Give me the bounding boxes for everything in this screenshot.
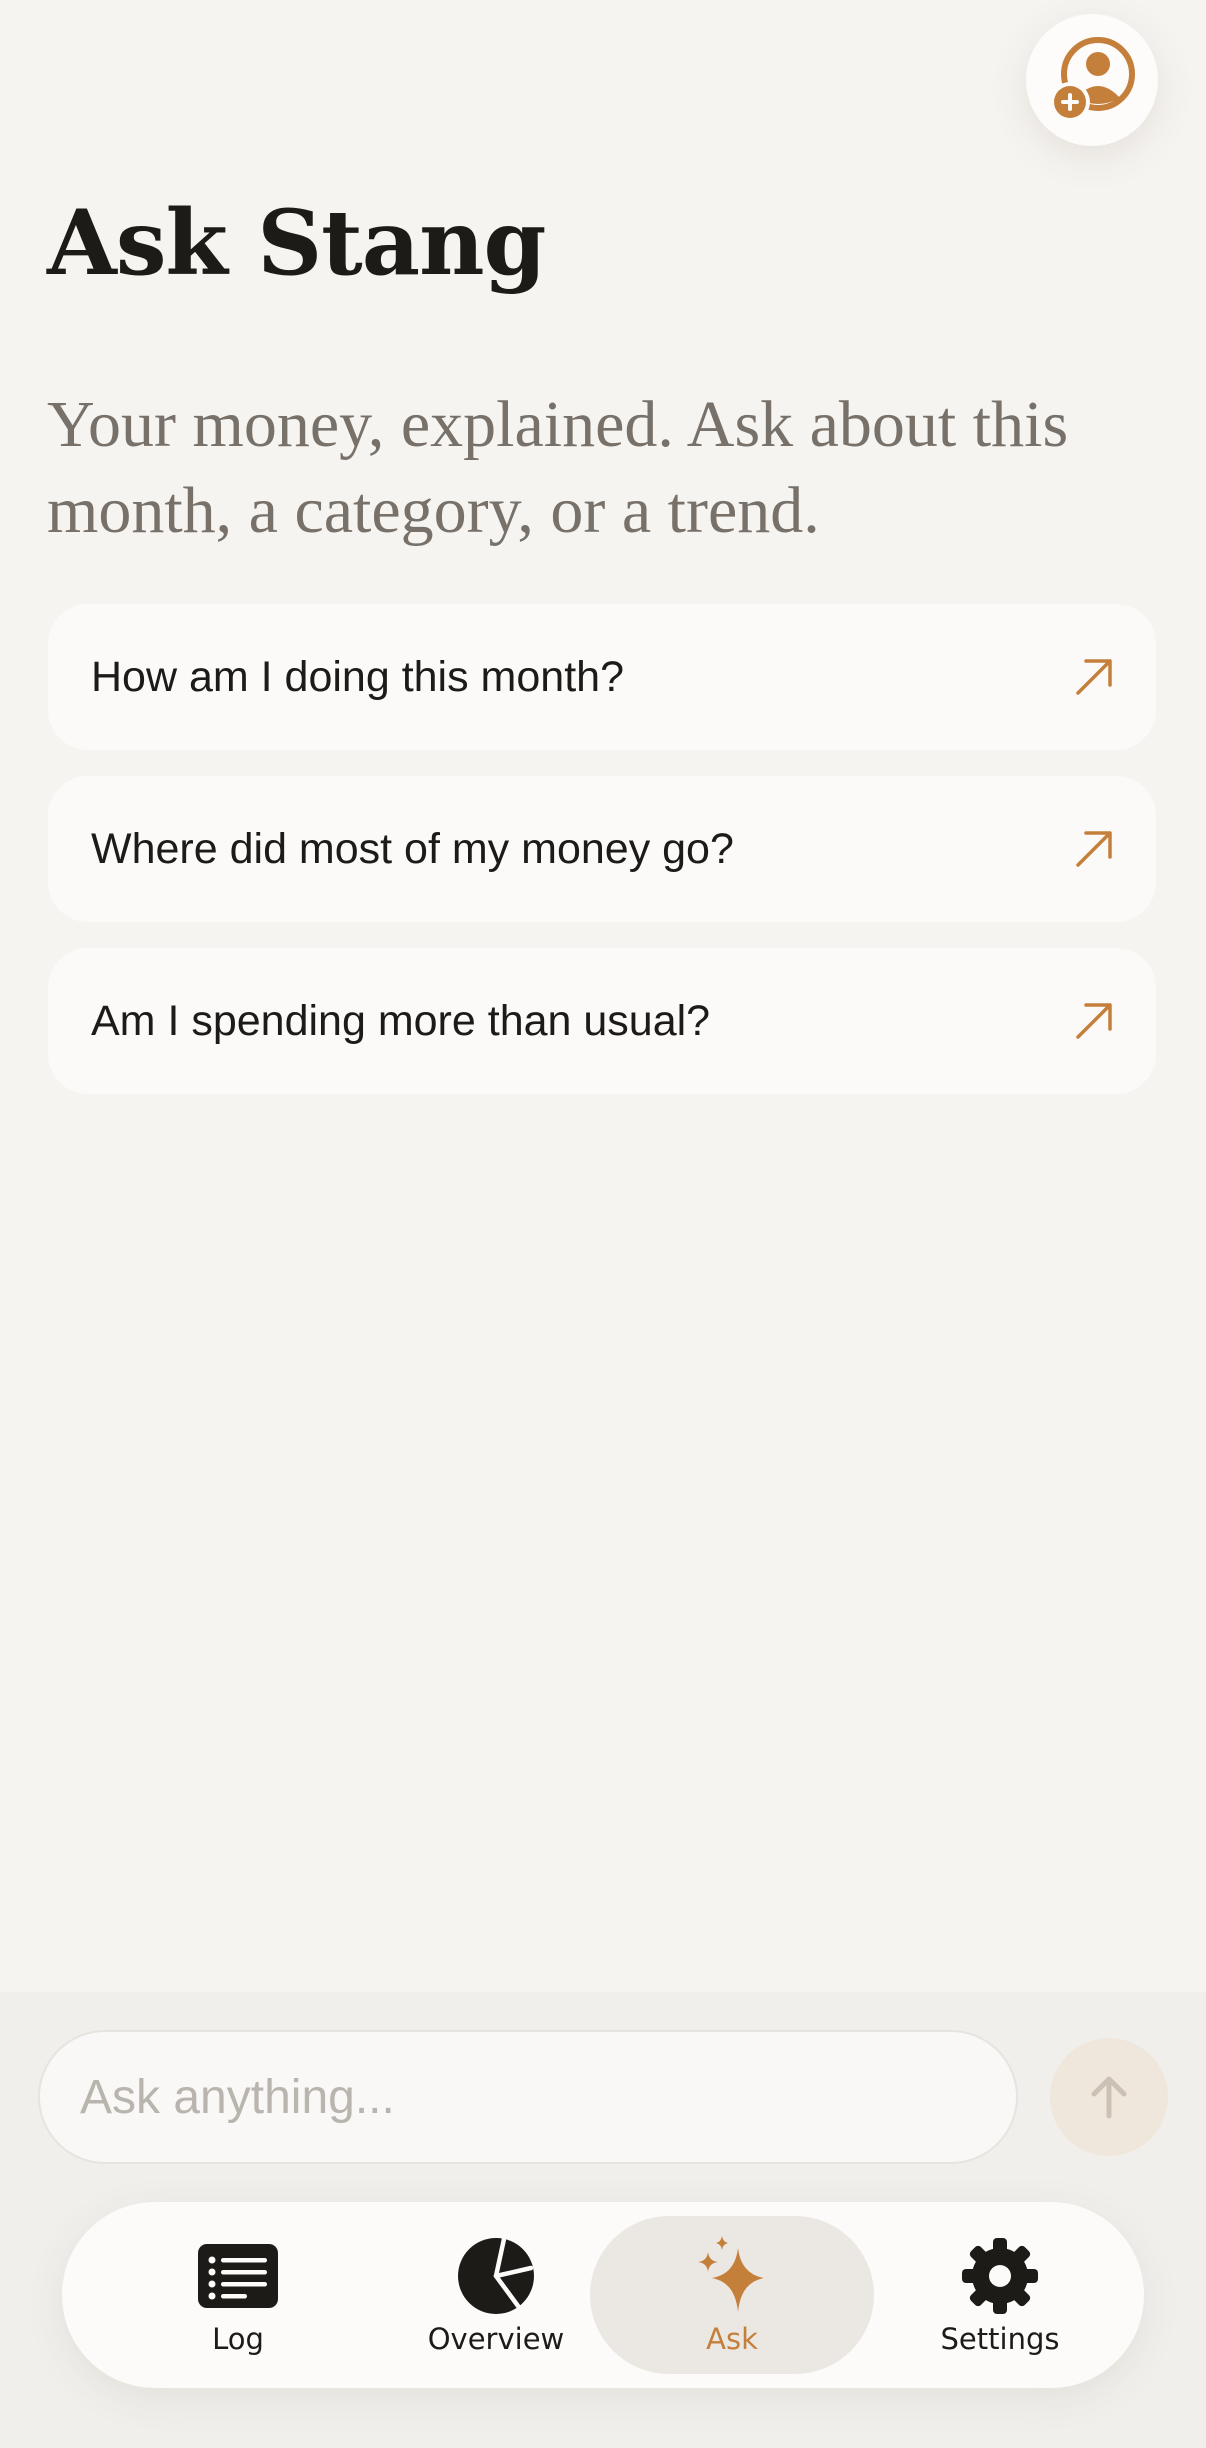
suggestion-item[interactable]: Where did most of my money go? bbox=[48, 776, 1156, 922]
tab-log[interactable]: Log bbox=[96, 2216, 380, 2374]
suggestion-label: How am I doing this month? bbox=[91, 652, 624, 701]
tab-ask[interactable]: Ask bbox=[590, 2216, 874, 2374]
send-button[interactable] bbox=[1050, 2038, 1168, 2156]
pie-chart-icon bbox=[458, 2236, 534, 2314]
add-account-button[interactable] bbox=[1026, 14, 1158, 146]
arrow-up-right-icon bbox=[1076, 659, 1112, 695]
suggestion-item[interactable]: How am I doing this month? bbox=[48, 604, 1156, 750]
suggestion-label: Where did most of my money go? bbox=[91, 824, 734, 873]
tab-label: Settings bbox=[940, 2322, 1060, 2356]
arrow-up-right-icon bbox=[1076, 1003, 1112, 1039]
arrow-up-icon bbox=[1091, 2076, 1127, 2119]
ask-input[interactable] bbox=[38, 2030, 1018, 2164]
add-user-icon bbox=[1050, 37, 1135, 122]
suggestion-item[interactable]: Am I spending more than usual? bbox=[48, 948, 1156, 1094]
page-title: Ask Stang bbox=[47, 190, 546, 296]
tab-settings[interactable]: Settings bbox=[858, 2216, 1142, 2374]
suggestion-label: Am I spending more than usual? bbox=[91, 996, 711, 1045]
list-icon bbox=[198, 2244, 278, 2308]
arrow-up-right-icon bbox=[1076, 831, 1112, 867]
tab-label: Log bbox=[212, 2322, 264, 2356]
tab-label: Overview bbox=[427, 2322, 565, 2356]
page-subtitle: Your money, explained. Ask about this mo… bbox=[47, 388, 1069, 547]
sparkles-icon bbox=[698, 2236, 764, 2312]
tab-label: Ask bbox=[706, 2322, 758, 2356]
suggestion-list: How am I doing this month? Where did mos… bbox=[48, 604, 1156, 1094]
tab-bar: Log Overview Ask Settings bbox=[62, 2202, 1144, 2388]
gear-icon bbox=[962, 2238, 1038, 2314]
